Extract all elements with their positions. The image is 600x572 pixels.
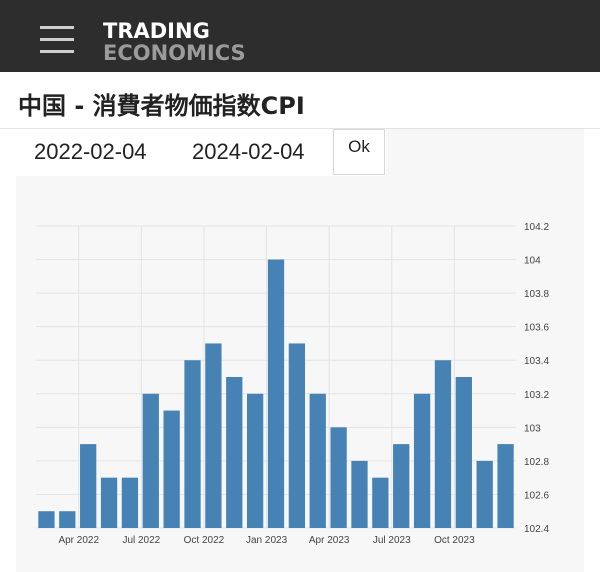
x-tick-label: Jul 2023 — [373, 535, 411, 546]
x-tick-label: Apr 2022 — [58, 535, 99, 546]
bar-2022-07[interactable] — [142, 393, 159, 528]
y-tick-label: 103.4 — [524, 356, 549, 367]
bar-2022-08[interactable] — [163, 410, 180, 528]
y-tick-label: 104.2 — [524, 222, 549, 233]
bar-2023-01[interactable] — [267, 259, 285, 528]
bar-2023-05[interactable] — [351, 460, 368, 528]
x-tick-label: Apr 2023 — [309, 535, 350, 546]
bar-2023-11[interactable] — [476, 460, 493, 528]
y-tick-label: 103.2 — [524, 390, 549, 401]
bar-2022-12[interactable] — [246, 393, 264, 528]
cpi-bar-chart: 104.2 104 103.8 103.6 103.4 103.2 103 102.8 102.… — [36, 222, 549, 546]
y-tick-label: 102.8 — [524, 457, 549, 468]
bar-2023-10[interactable] — [455, 377, 472, 528]
bar-2023-09[interactable] — [434, 360, 452, 528]
bar-2022-03[interactable] — [59, 511, 76, 528]
bar-2023-04[interactable] — [330, 427, 347, 528]
bar-2023-03[interactable] — [309, 393, 326, 528]
y-tick-label: 103 — [524, 423, 541, 434]
bar-2022-06[interactable] — [121, 477, 139, 528]
y-tick-label: 102.4 — [524, 524, 549, 535]
bar-2022-02[interactable] — [38, 511, 55, 528]
bar-2023-06[interactable] — [372, 477, 389, 528]
x-tick-label: Jan 2023 — [246, 535, 288, 546]
x-tick-label: Jul 2022 — [122, 535, 160, 546]
y-tick-label: 104 — [524, 256, 541, 267]
bar-2022-10[interactable] — [205, 343, 222, 528]
y-tick-label: 103.6 — [524, 323, 549, 334]
y-tick-label: 102.6 — [524, 490, 549, 501]
bar-2023-08[interactable] — [413, 393, 431, 528]
y-tick-label: 103.8 — [524, 289, 549, 300]
x-tick-label: Oct 2023 — [434, 535, 475, 546]
bar-2023-07[interactable] — [393, 444, 410, 528]
bar-2022-04[interactable] — [80, 444, 97, 528]
bar-2022-11[interactable] — [226, 377, 243, 528]
bar-2023-12[interactable] — [497, 444, 514, 528]
x-tick-label: Oct 2022 — [184, 535, 225, 546]
bar-2022-09[interactable] — [184, 360, 201, 528]
bar-2022-05[interactable] — [100, 477, 118, 528]
bar-2023-02[interactable] — [288, 343, 306, 528]
